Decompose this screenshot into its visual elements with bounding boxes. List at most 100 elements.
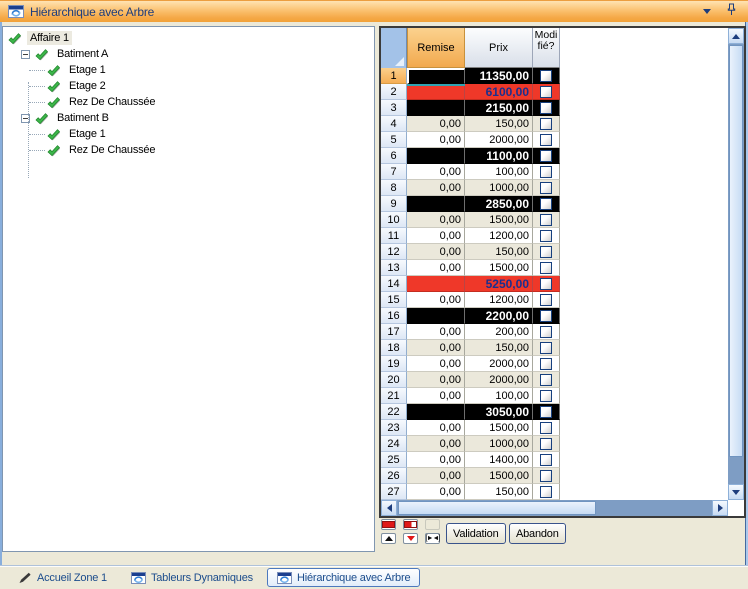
prix-cell[interactable]: 1500,00 [465,420,533,436]
modified-checkbox[interactable] [540,438,552,450]
row-header[interactable]: 12 [381,244,407,260]
abandon-button[interactable]: Abandon [509,523,566,544]
row-header[interactable]: 9 [381,196,407,212]
tree-node-label[interactable]: Etage 1 [66,127,109,141]
prix-cell[interactable]: 2000,00 [465,372,533,388]
prix-cell[interactable]: 100,00 [465,388,533,404]
tree-view[interactable]: Affaire 1Batiment AEtage 1Etage 2Rez De … [2,26,375,552]
remise-cell[interactable]: 0,00 [407,116,465,132]
prix-cell[interactable]: 2000,00 [465,356,533,372]
row-header[interactable]: 3 [381,100,407,116]
modified-checkbox[interactable] [540,214,552,226]
remise-cell[interactable] [407,308,465,324]
row-header[interactable]: 17 [381,324,407,340]
modified-checkbox[interactable] [540,294,552,306]
remise-cell[interactable]: 0,00 [407,132,465,148]
prix-cell[interactable]: 3050,00 [465,404,533,420]
remise-cell[interactable] [407,68,465,84]
chevron-down-icon[interactable] [703,9,711,14]
scroll-up-button[interactable] [728,28,744,44]
remise-cell[interactable] [407,196,465,212]
prix-cell[interactable]: 11350,00 [465,68,533,84]
prix-cell[interactable]: 150,00 [465,116,533,132]
scroll-down-button[interactable] [728,484,744,500]
tree-node[interactable]: Etage 1 [3,126,374,142]
remise-cell[interactable] [407,100,465,116]
prix-cell[interactable]: 1500,00 [465,468,533,484]
column-header-prix[interactable]: Prix [465,28,533,68]
row-header[interactable]: 2 [381,84,407,100]
prix-cell[interactable]: 6100,00 [465,84,533,100]
prix-cell[interactable]: 2850,00 [465,196,533,212]
prix-cell[interactable]: 2200,00 [465,308,533,324]
horizontal-scrollbar[interactable] [381,500,728,516]
modified-checkbox[interactable] [540,166,552,178]
row-header[interactable]: 4 [381,116,407,132]
move-up-icon[interactable] [381,533,396,544]
vertical-scrollbar[interactable] [728,28,744,500]
modified-checkbox[interactable] [540,182,552,194]
modified-checkbox[interactable] [540,278,552,290]
prix-cell[interactable]: 150,00 [465,244,533,260]
row-header[interactable]: 7 [381,164,407,180]
row-header[interactable]: 10 [381,212,407,228]
row-header[interactable]: 6 [381,148,407,164]
remise-cell[interactable] [407,404,465,420]
remise-cell[interactable]: 0,00 [407,164,465,180]
pin-icon[interactable] [727,3,736,21]
row-header[interactable]: 11 [381,228,407,244]
scroll-right-button[interactable] [712,500,728,516]
modified-checkbox[interactable] [540,390,552,402]
vertical-scroll-thumb[interactable] [729,45,743,457]
modified-checkbox[interactable] [540,470,552,482]
remise-cell[interactable]: 0,00 [407,372,465,388]
modified-checkbox[interactable] [540,86,552,98]
modified-checkbox[interactable] [540,406,552,418]
remise-cell[interactable]: 0,00 [407,420,465,436]
row-header[interactable]: 24 [381,436,407,452]
move-down-icon[interactable] [403,533,418,544]
modified-checkbox[interactable] [540,102,552,114]
prix-cell[interactable]: 150,00 [465,484,533,500]
remise-cell[interactable]: 0,00 [407,260,465,276]
tree-node-label[interactable]: Etage 1 [66,63,109,77]
prix-cell[interactable]: 1200,00 [465,228,533,244]
remise-cell[interactable]: 0,00 [407,244,465,260]
prix-cell[interactable]: 1000,00 [465,436,533,452]
modified-checkbox[interactable] [540,310,552,322]
prix-cell[interactable]: 200,00 [465,324,533,340]
prix-cell[interactable]: 1500,00 [465,260,533,276]
tree-node[interactable]: Batiment A [3,46,374,62]
modified-checkbox[interactable] [540,326,552,338]
prix-cell[interactable]: 1400,00 [465,452,533,468]
row-header[interactable]: 14 [381,276,407,292]
row-header[interactable]: 26 [381,468,407,484]
prix-cell[interactable]: 2150,00 [465,100,533,116]
modified-checkbox[interactable] [540,134,552,146]
prix-cell[interactable]: 1200,00 [465,292,533,308]
tree-node[interactable]: Rez De Chaussée [3,142,374,158]
grid-corner-header[interactable] [381,28,407,68]
remise-cell[interactable]: 0,00 [407,468,465,484]
remise-cell[interactable]: 0,00 [407,180,465,196]
tree-node-label[interactable]: Affaire 1 [27,31,72,45]
row-header[interactable]: 19 [381,356,407,372]
tab-tableurs-dynamiques[interactable]: Tableurs Dynamiques [121,568,263,587]
remise-cell[interactable]: 0,00 [407,324,465,340]
modified-checkbox[interactable] [540,342,552,354]
prix-cell[interactable]: 1100,00 [465,148,533,164]
data-grid[interactable]: Remise Prix Modifié? 111350,0026100,0032… [379,26,746,518]
red-bar-icon[interactable] [381,519,396,530]
prix-cell[interactable]: 150,00 [465,340,533,356]
prix-cell[interactable]: 100,00 [465,164,533,180]
fit-columns-icon[interactable]: [►◄] [425,533,440,544]
remise-cell[interactable]: 0,00 [407,228,465,244]
row-header[interactable]: 8 [381,180,407,196]
collapse-minus-icon[interactable] [21,50,30,59]
tree-node[interactable]: Rez De Chaussée [3,94,374,110]
modified-checkbox[interactable] [540,422,552,434]
tree-node-label[interactable]: Rez De Chaussée [66,95,158,109]
row-header[interactable]: 23 [381,420,407,436]
modified-checkbox[interactable] [540,118,552,130]
tree-node-label[interactable]: Etage 2 [66,79,109,93]
